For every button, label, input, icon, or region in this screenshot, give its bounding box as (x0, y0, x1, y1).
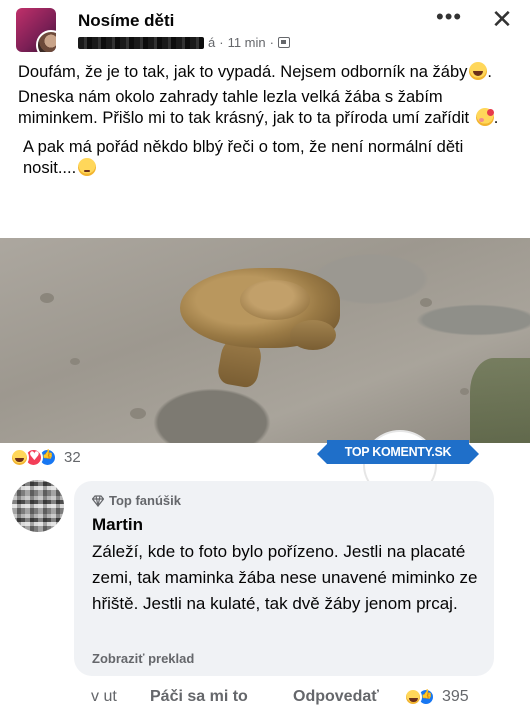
pebble (40, 293, 54, 303)
baby-toad (240, 280, 310, 320)
author-avatar[interactable] (36, 30, 56, 52)
diamond-icon (92, 494, 104, 507)
post-photo[interactable] (0, 238, 530, 443)
post-header: Nosíme děti á · 11 min · ••• ✕ (0, 0, 530, 58)
commenter-avatar[interactable] (12, 480, 64, 532)
comment-bubble: Top fanúšik Martin Záleží, kde to foto b… (74, 481, 494, 676)
post-time[interactable]: 11 min (228, 35, 266, 50)
comment-actions: v ut Páči sa mi to Odpovedať 395 (88, 688, 530, 708)
translate-link[interactable]: Zobraziť preklad (92, 651, 194, 666)
group-name[interactable]: Nosíme děti (78, 11, 174, 31)
post-meta: á · 11 min · (78, 35, 290, 50)
pensive-emoji-icon (78, 158, 97, 176)
redacted-author-name (78, 36, 204, 49)
pebble (70, 358, 80, 365)
comment-reactions[interactable]: 395 (404, 688, 469, 706)
haha-reaction-icon (404, 688, 422, 706)
post-reactions[interactable]: 32 (10, 447, 81, 467)
comment-reaction-count: 395 (442, 688, 469, 705)
comment-text: Záleží, kde to foto bylo pořízeno. Jestl… (92, 542, 478, 613)
meta-separator-2: · (269, 35, 274, 50)
post-paragraph-2: Dneska nám okolo zahrady tahle lezla vel… (18, 88, 499, 127)
meta-separator: · (219, 35, 224, 50)
watermark-text: TOP KOMENTY.SK (317, 440, 479, 464)
pebble (420, 298, 432, 307)
more-horizontal-icon[interactable]: ••• (436, 6, 461, 28)
post-paragraph-1: Doufám, že je to tak, jak to vypadá. Nej… (18, 62, 492, 81)
close-icon[interactable]: ✕ (490, 6, 514, 32)
group-avatar[interactable] (16, 8, 56, 52)
haha-reaction-icon (10, 447, 29, 467)
paragraph-1-text: Doufám, že je to tak, jak to vypadá. Nej… (18, 63, 468, 81)
grass-patch (470, 358, 530, 443)
grinning-squinting-emoji-icon (469, 62, 488, 80)
pebble (130, 408, 146, 419)
comment-time[interactable]: v ut (91, 688, 117, 706)
top-fan-label: Top fanúšik (109, 493, 181, 508)
pebble (460, 388, 469, 395)
reaction-count[interactable]: 32 (64, 449, 81, 466)
toad-back-leg (290, 320, 336, 350)
smiling-hearts-emoji-icon (475, 108, 494, 126)
audience-icon (277, 37, 290, 48)
post-paragraph-3: A pak má pořád někdo blbý řeči o tom, že… (18, 137, 518, 179)
comment-reply-button[interactable]: Odpovedať (293, 688, 379, 706)
paragraph-2-text: Dneska nám okolo zahrady tahle lezla vel… (18, 88, 470, 127)
comment-like-button[interactable]: Páči sa mi to (150, 688, 248, 706)
commenter-name[interactable]: Martin (92, 515, 143, 535)
top-fan-badge: Top fanúšik (92, 493, 181, 508)
post-text: Doufám, že je to tak, jak to vypadá. Nej… (18, 62, 518, 183)
author-name-suffix: á (208, 35, 216, 50)
